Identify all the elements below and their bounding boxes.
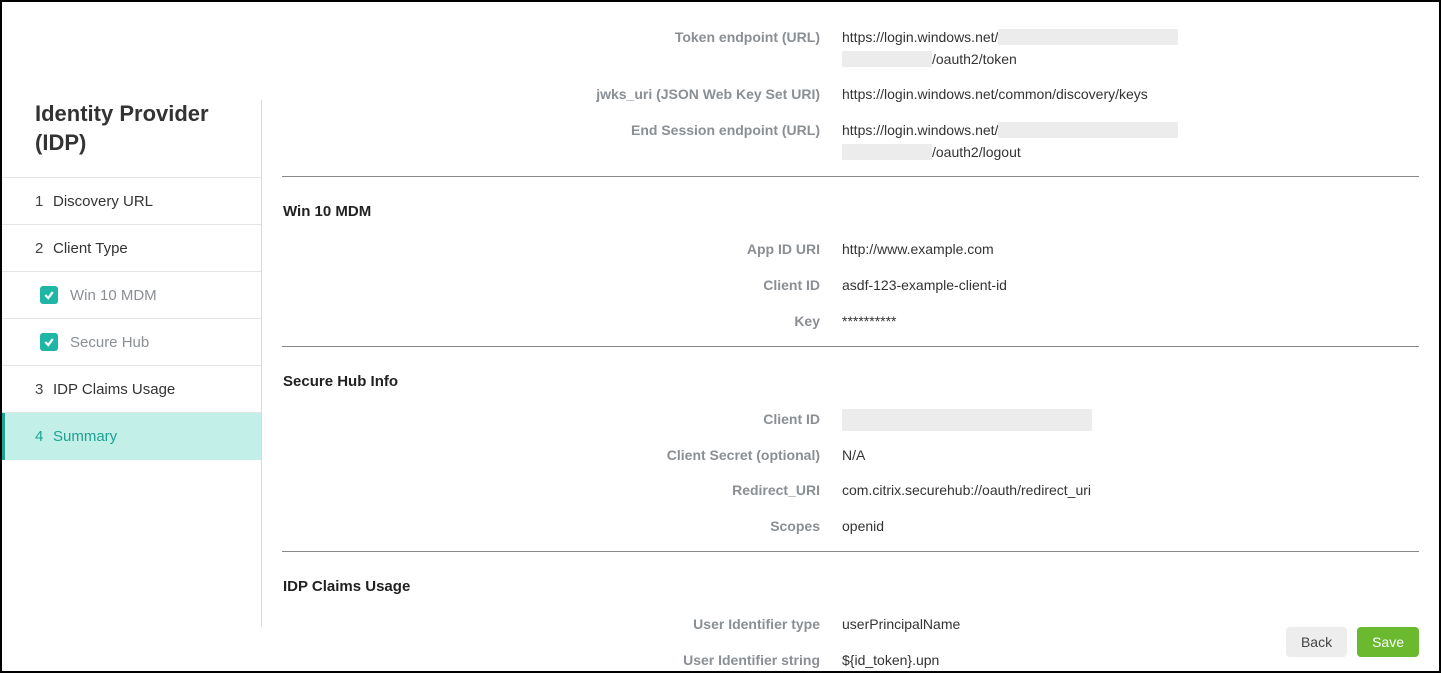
field-label: User Identifier type [282,614,842,635]
sub-label: Win 10 MDM [70,287,157,304]
step-number: 2 [35,240,53,257]
row-app-id-uri: App ID URI http://www.example.com [282,232,1419,268]
nav-sub-win10-mdm[interactable]: Win 10 MDM [2,272,261,319]
field-value: N/A [842,445,1419,467]
field-label: Client ID [282,409,842,430]
row-client-secret: Client Secret (optional) N/A [282,438,1419,474]
check-icon [40,333,58,351]
main-content: Token endpoint (URL) https://login.windo… [262,2,1439,671]
step-number: 3 [35,381,53,398]
nav-step-discovery-url[interactable]: 1 Discovery URL [2,178,261,225]
sub-label: Secure Hub [70,334,149,351]
redacted-block [998,29,1178,45]
field-label: Redirect_URI [282,480,842,501]
section-secure-hub: Secure Hub Info Client ID Client Secret … [282,361,1419,552]
section-title: Win 10 MDM [282,191,1419,232]
back-button[interactable]: Back [1286,627,1347,657]
row-key: Key ********** [282,304,1419,340]
step-label: IDP Claims Usage [53,381,175,398]
step-label: Client Type [53,240,128,257]
section-endpoints: Token endpoint (URL) https://login.windo… [282,20,1419,177]
section-idp-claims: IDP Claims Usage User Identifier type us… [282,566,1419,671]
row-user-id-type: User Identifier type userPrincipalName [282,607,1419,643]
footer-actions: Back Save [1286,627,1419,657]
field-value: openid [842,516,1419,538]
row-scopes: Scopes openid [282,509,1419,545]
field-value: https://login.windows.net/ /oauth2/logou… [842,120,1419,163]
row-client-id: Client ID asdf-123-example-client-id [282,268,1419,304]
sidebar: Identity Provider (IDP) 1 Discovery URL … [2,2,261,671]
row-user-id-string: User Identifier string ${id_token}.upn [282,643,1419,671]
wizard-nav: 1 Discovery URL 2 Client Type Win 10 MDM [2,177,261,460]
field-value: ********** [842,311,1419,333]
step-number: 1 [35,193,53,210]
step-number: 4 [35,428,53,445]
row-end-session: End Session endpoint (URL) https://login… [282,113,1419,170]
row-token-endpoint: Token endpoint (URL) https://login.windo… [282,20,1419,77]
field-label: Client Secret (optional) [282,445,842,466]
field-value: https://login.windows.net/common/discove… [842,84,1419,106]
field-label: Client ID [282,275,842,296]
sidebar-title: Identity Provider (IDP) [2,100,261,177]
field-value: https://login.windows.net/ /oauth2/token [842,27,1419,70]
field-label: Scopes [282,516,842,537]
section-title: Secure Hub Info [282,361,1419,402]
nav-sub-secure-hub[interactable]: Secure Hub [2,319,261,366]
field-label: End Session endpoint (URL) [282,120,842,141]
section-win10-mdm: Win 10 MDM App ID URI http://www.example… [282,191,1419,346]
field-label: App ID URI [282,239,842,260]
field-value: http://www.example.com [842,239,1419,261]
redacted-block [842,51,932,67]
step-label: Discovery URL [53,193,153,210]
nav-step-client-type[interactable]: 2 Client Type [2,225,261,272]
row-redirect-uri: Redirect_URI com.citrix.securehub://oaut… [282,473,1419,509]
field-value: asdf-123-example-client-id [842,275,1419,297]
redacted-block [998,122,1178,138]
row-jwks-uri: jwks_uri (JSON Web Key Set URI) https://… [282,77,1419,113]
field-label: Token endpoint (URL) [282,27,842,48]
step-label: Summary [53,428,117,445]
field-value [842,409,1419,431]
field-value: com.citrix.securehub://oauth/redirect_ur… [842,480,1419,502]
nav-step-idp-claims[interactable]: 3 IDP Claims Usage [2,366,261,413]
section-title: IDP Claims Usage [282,566,1419,607]
check-icon [40,286,58,304]
field-label: jwks_uri (JSON Web Key Set URI) [282,84,842,105]
field-label: Key [282,311,842,332]
save-button[interactable]: Save [1357,627,1419,657]
nav-step-summary[interactable]: 4 Summary [2,413,261,460]
row-client-id: Client ID [282,402,1419,438]
redacted-block [842,409,1092,431]
field-label: User Identifier string [282,650,842,671]
redacted-block [842,144,932,160]
